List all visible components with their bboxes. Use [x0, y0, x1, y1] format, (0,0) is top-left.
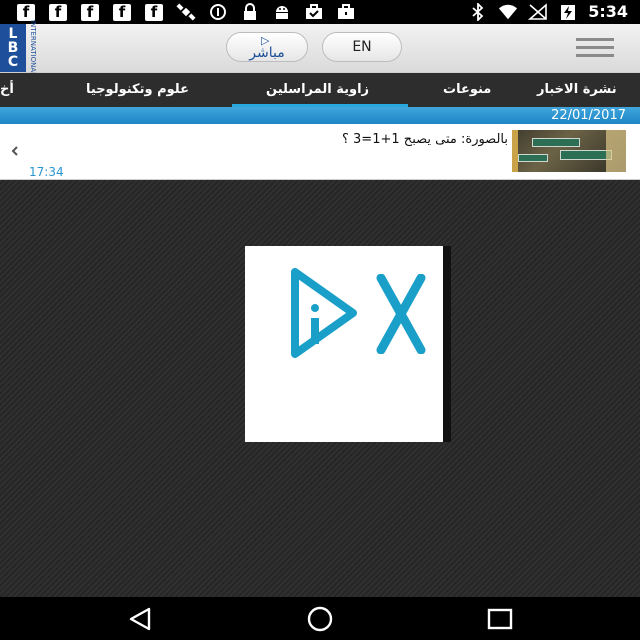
tab-science-technology[interactable]: علوم وتكنولوجيا: [86, 73, 189, 107]
logo-subtitle: INTERNATIONAL: [29, 19, 37, 77]
battery-charging-icon: [558, 3, 578, 21]
tab-miscellaneous[interactable]: منوعات: [443, 73, 491, 107]
satellite-icon: [176, 3, 196, 21]
wifi-icon: [498, 3, 518, 21]
video-area: [0, 180, 640, 597]
app-header: LBC INTERNATIONAL ▷ مباشر EN: [0, 19, 640, 77]
hamburger-menu-icon[interactable]: [576, 38, 616, 58]
signal-icon: [528, 2, 548, 21]
tab-correspondents-corner[interactable]: زاوية المراسلين: [266, 73, 369, 107]
tab-news-bulletin[interactable]: نشرة الاخبار: [537, 73, 617, 107]
news-time: 17:34: [29, 165, 64, 179]
category-tabs: أخ علوم وتكنولوجيا زاوية المراسلين منوعا…: [0, 73, 640, 107]
news-item[interactable]: بالصورة: متى يصبح 1+1=3 ؟ 17:34: [0, 124, 640, 180]
bluetooth-icon: [468, 2, 488, 21]
video-player[interactable]: [245, 246, 451, 442]
briefcase-icon: [336, 3, 356, 21]
circle-icon: [208, 3, 228, 21]
logo-text: LBC: [7, 26, 19, 70]
chevron-left-icon[interactable]: [8, 142, 22, 160]
player-edge: [443, 246, 451, 442]
close-icon[interactable]: [375, 274, 427, 354]
date-label: 22/01/2017: [551, 108, 626, 123]
news-thumbnail[interactable]: [512, 130, 626, 172]
facebook-icon: f: [80, 3, 100, 21]
system-icons: 5:34: [468, 2, 628, 21]
news-title[interactable]: بالصورة: متى يصبح 1+1=3 ؟: [342, 132, 508, 147]
live-label: مباشر: [249, 45, 285, 61]
facebook-icon: f: [144, 3, 164, 21]
facebook-icon: f: [112, 3, 132, 21]
tab-more[interactable]: أخ: [0, 73, 14, 107]
facebook-icon: f: [48, 3, 68, 21]
back-icon[interactable]: [127, 606, 155, 632]
clock: 5:34: [588, 2, 628, 21]
lbc-logo[interactable]: LBC INTERNATIONAL: [0, 19, 40, 77]
status-bar: f f f f f 5:34: [0, 0, 640, 24]
recents-icon[interactable]: [486, 606, 514, 632]
briefcase-icon: [304, 3, 324, 21]
navigation-bar: [0, 597, 640, 640]
facebook-icon: f: [16, 3, 36, 21]
home-icon[interactable]: [306, 606, 334, 632]
android-icon: [272, 3, 292, 21]
logo-letters: LBC: [0, 24, 26, 72]
notification-icons: f f f f f: [16, 3, 356, 21]
date-bar: 22/01/2017: [0, 107, 640, 124]
language-button[interactable]: EN: [322, 32, 402, 62]
app-screen: f f f f f 5:34 LBC INTERNATIONAL ▷ مباشر…: [0, 0, 640, 640]
lock-icon: [240, 3, 260, 21]
play-icon[interactable]: [291, 268, 361, 358]
live-button[interactable]: ▷ مباشر: [226, 32, 308, 62]
